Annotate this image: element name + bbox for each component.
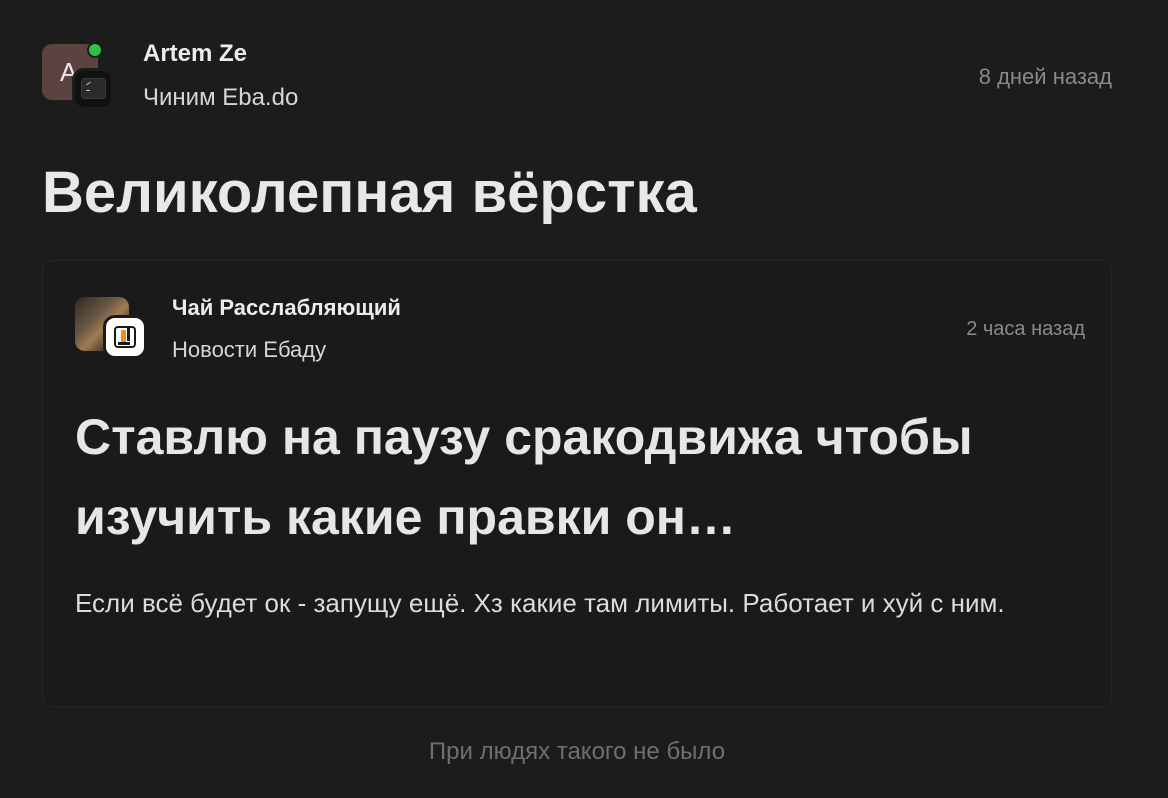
post-timestamp: 8 дней назад <box>978 64 1112 89</box>
embed-author-name[interactable]: Чай Расслабляющий <box>172 295 401 321</box>
embedded-post[interactable]: Чай Расслабляющий Новости Ебаду 2 часа н… <box>42 260 1112 707</box>
embed-community-badge[interactable] <box>103 315 147 359</box>
embed-title[interactable]: Ставлю на паузу сракодвижа чтобы изучить… <box>75 397 1085 557</box>
embed-avatar-group[interactable] <box>75 295 147 361</box>
author-name[interactable]: Artem Ze <box>143 40 247 68</box>
ebado-logo-icon <box>114 326 136 348</box>
online-dot-icon <box>87 42 103 58</box>
author-avatar-group[interactable]: A <box>42 42 114 110</box>
post-header: A Artem Ze Чиним Eba.do 8 дней назад <box>42 38 1112 118</box>
embed-header: Чай Расслабляющий Новости Ебаду 2 часа н… <box>75 295 1085 367</box>
embed-body-text: Если всё будет ок - запущу ещё. Хз какие… <box>75 588 1005 618</box>
embed-timestamp: 2 часа назад <box>966 318 1085 340</box>
embed-title-container: Ставлю на паузу сракодвижа чтобы изучить… <box>75 397 1085 575</box>
embed-community-name[interactable]: Новости Ебаду <box>172 337 326 363</box>
post-title[interactable]: Великолепная вёрстка <box>42 159 1112 227</box>
post-card: A Artem Ze Чиним Eba.do 8 дней назад Вел… <box>42 38 1112 707</box>
community-name[interactable]: Чиним Eba.do <box>143 84 298 112</box>
footer-note: При людях такого не было <box>428 738 726 765</box>
community-badge[interactable] <box>72 68 114 110</box>
terminal-icon <box>81 78 106 99</box>
